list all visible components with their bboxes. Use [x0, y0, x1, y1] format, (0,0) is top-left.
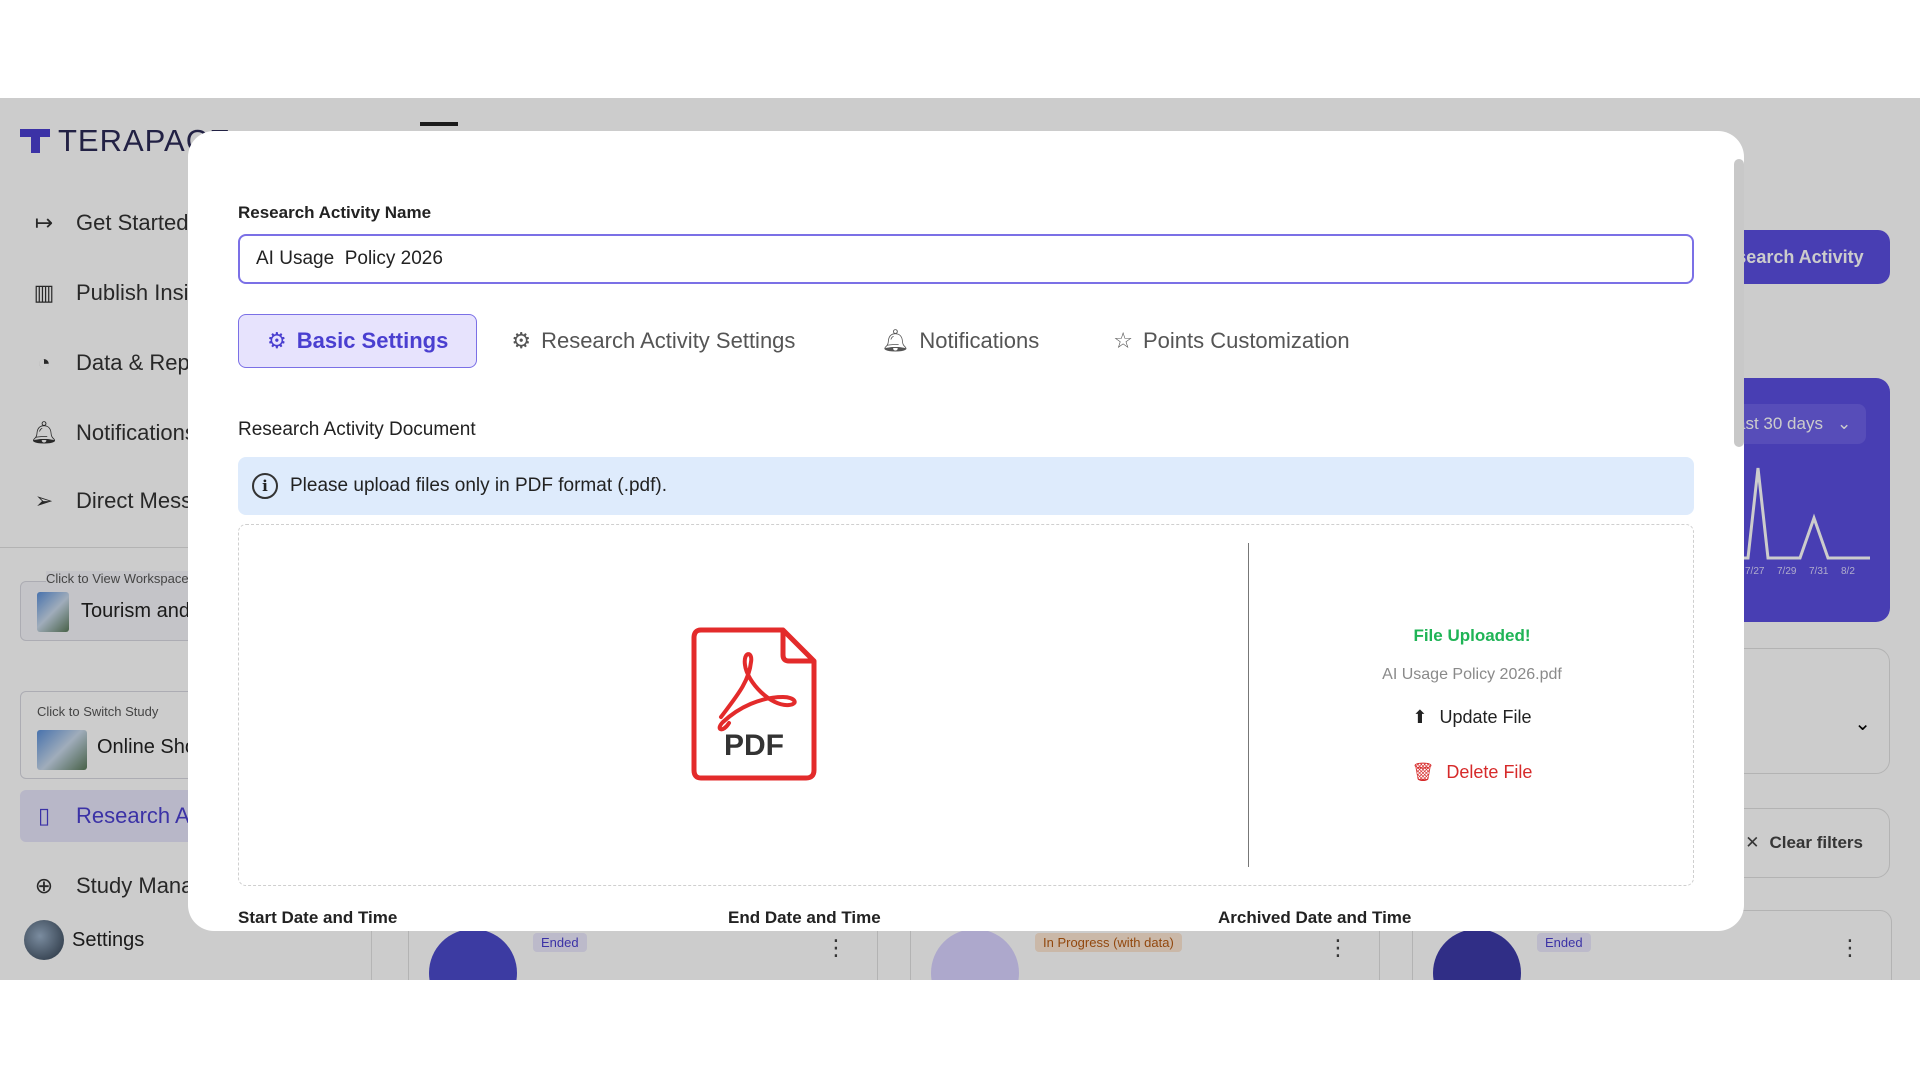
gear-icon: ⚙: [267, 328, 287, 353]
update-file-label: Update File: [1439, 707, 1532, 727]
tab-label: Points Customization: [1142, 328, 1350, 353]
gear-icon: ⚙: [511, 328, 532, 353]
start-date-label: Start Date and Time: [238, 908, 398, 927]
notice-text: Please upload files only in PDF format (…: [290, 475, 668, 496]
tab-label: Notifications: [919, 328, 1040, 353]
activity-name-input[interactable]: [238, 234, 1694, 284]
upload-icon: ⬆: [1412, 707, 1428, 727]
edit-research-activity-modal: Research Activity Name ⚙ Basic Settings …: [188, 131, 1744, 931]
document-section-title: Research Activity Document: [238, 419, 476, 440]
pdf-file-icon: PDF: [691, 627, 817, 781]
tab-label: Basic Settings: [296, 328, 449, 353]
upload-divider: [1248, 543, 1249, 867]
trash-icon: 🗑︎: [1411, 762, 1435, 782]
delete-file-label: Delete File: [1446, 762, 1533, 782]
end-date-label: End Date and Time: [728, 908, 881, 927]
modal-scrollbar[interactable]: [1734, 159, 1744, 447]
tab-points-customization[interactable]: ☆ Points Customization: [1085, 314, 1377, 368]
archived-date-label: Archived Date and Time: [1218, 908, 1412, 927]
activity-name-label: Research Activity Name: [238, 203, 432, 222]
uploaded-file-name: AI Usage Policy 2026.pdf: [1382, 666, 1562, 683]
tab-notifications[interactable]: 🔔︎ Notifications: [853, 314, 1067, 368]
upload-status: File Uploaded!: [1413, 626, 1531, 645]
update-file-button[interactable]: ⬆ Update File: [1249, 707, 1695, 728]
bell-icon: 🔔︎: [881, 328, 910, 353]
star-icon: ☆: [1113, 328, 1133, 353]
tab-basic-settings[interactable]: ⚙ Basic Settings: [238, 314, 478, 368]
info-icon: i: [252, 473, 278, 499]
document-upload-area[interactable]: PDF File Uploaded! AI Usage Policy 2026.…: [238, 524, 1694, 886]
pdf-format-notice: i Please upload files only in PDF format…: [238, 457, 1694, 515]
pdf-label: PDF: [724, 729, 784, 762]
app-screen: TERAPACE ↦ Get Started ▥ Publish Insi ◔ …: [0, 98, 1920, 980]
delete-file-button[interactable]: 🗑︎ Delete File: [1249, 762, 1695, 783]
tab-research-activity-settings[interactable]: ⚙ Research Activity Settings: [483, 314, 823, 368]
tab-label: Research Activity Settings: [541, 328, 796, 353]
settings-tabs: ⚙ Basic Settings ⚙ Research Activity Set…: [238, 314, 1384, 368]
